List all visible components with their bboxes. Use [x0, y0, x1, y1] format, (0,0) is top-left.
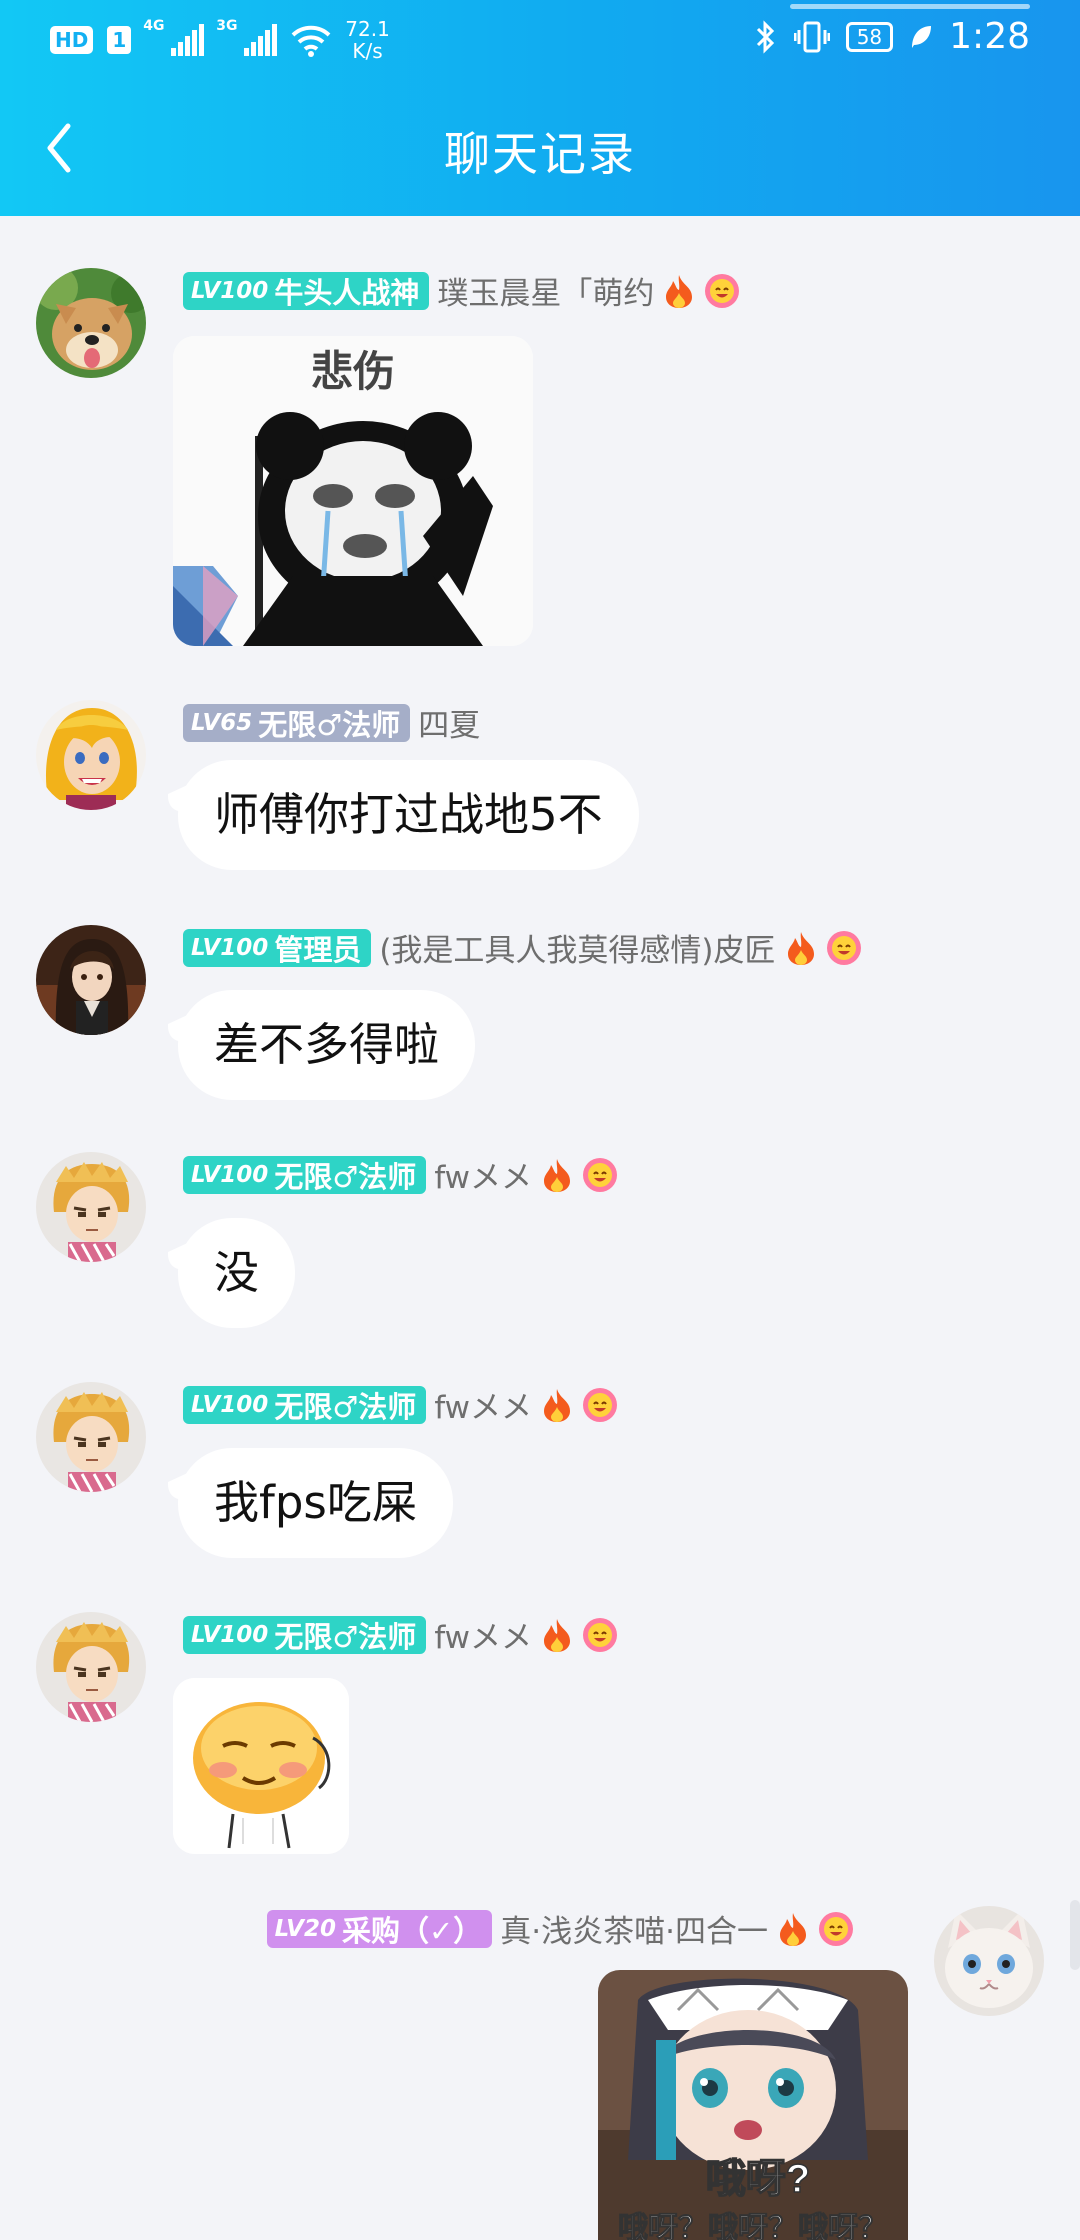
flower-smiley-icon	[826, 930, 861, 965]
level-badge: LV100 无限♂法师	[183, 1155, 427, 1194]
level-badge: LV100 无限♂法师	[183, 1615, 427, 1654]
sender-name[interactable]: fwメメ	[434, 1612, 532, 1657]
sim-badge: 1	[107, 26, 132, 54]
sender-name[interactable]: 璞玉晨星「萌约	[437, 268, 654, 313]
sticker-caption: 哦呀？哦呀？哦呀？	[618, 2212, 888, 2240]
message-meta: LV100 无限♂法师 fwメメ	[183, 1612, 618, 1657]
wifi-icon	[291, 25, 331, 57]
sender-name[interactable]: fwメメ	[434, 1152, 532, 1197]
sender-name[interactable]: fwメメ	[434, 1382, 532, 1427]
message-meta: LV100 无限♂法师 fwメメ	[183, 1382, 618, 1427]
avatar[interactable]	[36, 1612, 146, 1722]
flower-smiley-icon	[583, 1387, 618, 1422]
level-badge: LV20 采购（✓）	[266, 1909, 493, 1948]
flame-icon	[544, 1618, 571, 1652]
bluetooth-icon	[756, 19, 774, 54]
message-meta: LV100 牛头人战神 璞玉晨星「萌约	[183, 268, 740, 313]
status-bar: HD 1 4G 3G 72.1 K/s 58 1:28	[0, 0, 1080, 84]
avatar[interactable]	[36, 1152, 146, 1262]
flower-smiley-icon	[819, 1911, 853, 1946]
sticker-caption: 悲伤	[311, 349, 395, 396]
flame-icon	[780, 1912, 806, 1946]
level-badge: LV100 牛头人战神	[183, 271, 430, 310]
leaf-icon	[912, 25, 932, 48]
avatar[interactable]	[36, 1382, 146, 1492]
level-badge: LV100 无限♂法师	[183, 1385, 427, 1424]
sticker-image[interactable]: 哦呀? 哦呀？哦呀？哦呀？	[598, 1970, 908, 2240]
flame-icon	[787, 931, 814, 965]
message-meta: LV100 管理员 (我是工具人我莫得感情)皮匠	[183, 925, 862, 970]
message-bubble[interactable]: 差不多得啦	[178, 990, 476, 1100]
flower-smiley-icon	[583, 1617, 618, 1652]
sender-name[interactable]: (我是工具人我莫得感情)皮匠	[379, 925, 775, 970]
signal-3g-icon: 3G	[216, 18, 278, 56]
avatar[interactable]	[934, 1906, 1044, 2016]
sticker-image[interactable]	[173, 1678, 349, 1854]
message-bubble[interactable]: 我fps吃屎	[178, 1448, 453, 1558]
sticker-image[interactable]: 悲伤	[173, 336, 533, 646]
signal-4g-icon: 4G	[143, 18, 205, 56]
message-meta: LV65 无限♂法师 四夏	[183, 700, 480, 745]
sticker-caption: 哦呀?	[706, 2157, 810, 2201]
level-badge: LV65 无限♂法师	[183, 703, 411, 742]
flame-icon	[544, 1158, 571, 1192]
vibrate-icon	[793, 21, 830, 52]
message-meta: LV100 无限♂法师 fwメメ	[183, 1152, 618, 1197]
flame-icon	[666, 274, 693, 308]
status-time: 1:28	[949, 16, 1030, 57]
hd-badge: HD	[50, 26, 94, 54]
network-speed: 72.1 K/s	[345, 17, 390, 63]
avatar[interactable]	[36, 268, 146, 378]
flame-icon	[544, 1388, 571, 1422]
flower-smiley-icon	[705, 273, 740, 308]
level-badge: LV100 管理员	[183, 928, 372, 967]
message-bubble[interactable]: 师傅你打过战地5不	[178, 760, 639, 870]
flower-smiley-icon	[583, 1157, 618, 1192]
avatar[interactable]	[36, 925, 146, 1035]
page-title: 聊天记录	[444, 127, 636, 181]
battery-indicator: 58	[845, 21, 894, 52]
message-meta: LV20 采购（✓） 真·浅炎茶喵·四合一	[266, 1906, 854, 1951]
message-bubble[interactable]: 没	[178, 1218, 296, 1328]
avatar[interactable]	[36, 700, 146, 810]
app-header: HD 1 4G 3G 72.1 K/s 58 1:28 聊天记录	[0, 0, 1080, 216]
sender-name[interactable]: 真·浅炎茶喵·四合一	[500, 1906, 768, 1951]
scrollbar[interactable]	[1070, 1900, 1080, 1970]
sender-name[interactable]: 四夏	[418, 700, 480, 745]
